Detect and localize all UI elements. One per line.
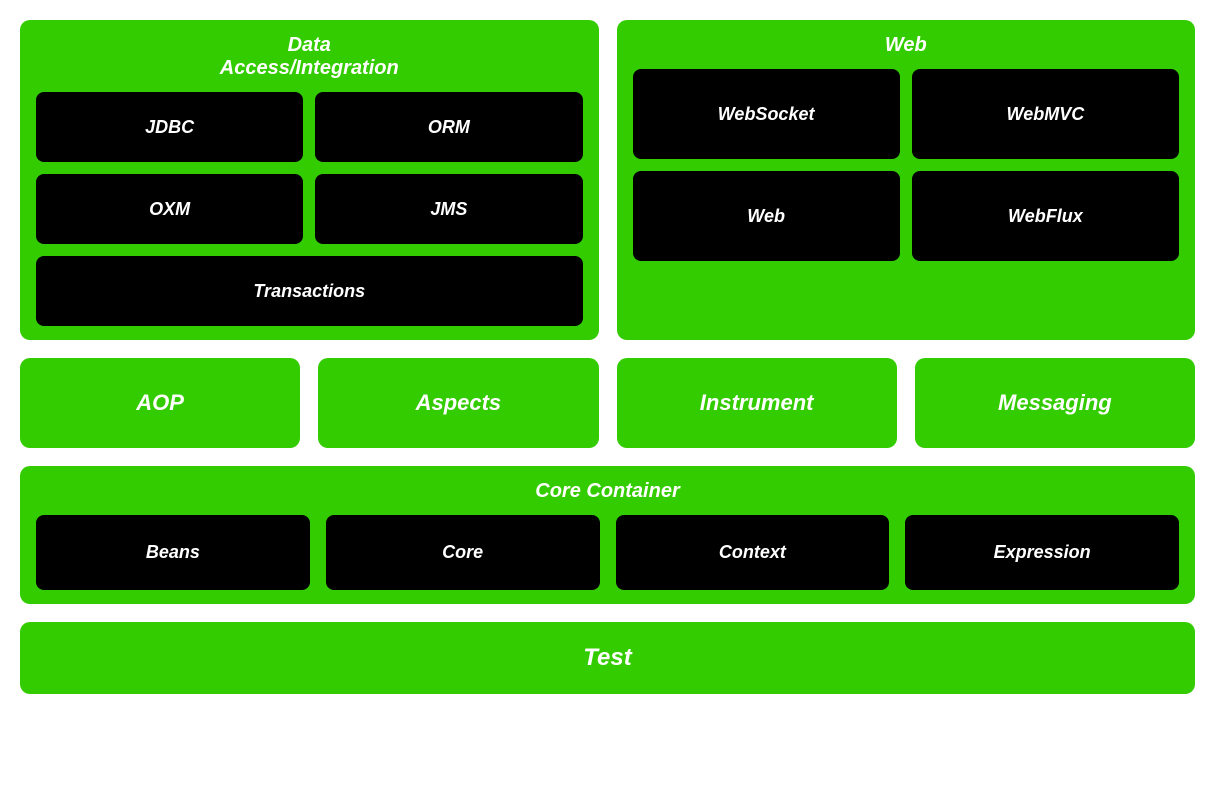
- test-title: Test: [42, 644, 1173, 672]
- webmvc-tile: WebMVC: [912, 69, 1179, 159]
- webflux-tile: WebFlux: [912, 171, 1179, 261]
- expression-tile: Expression: [905, 515, 1179, 590]
- websocket-tile: WebSocket: [633, 69, 900, 159]
- aop-box: AOP: [20, 358, 300, 448]
- oxm-tile: OXM: [36, 174, 303, 244]
- core-container-grid: Beans Core Context Expression: [36, 515, 1179, 590]
- test-section: Test: [20, 622, 1195, 694]
- aspects-box: Aspects: [318, 358, 598, 448]
- standalone-row: AOP Aspects Instrument Messaging: [20, 358, 1195, 448]
- jms-tile: JMS: [315, 174, 582, 244]
- web-section: Web WebSocket WebMVC Web WebFlux: [617, 20, 1196, 340]
- core-container-title: Core Container: [36, 480, 1179, 503]
- core-tile: Core: [326, 515, 600, 590]
- messaging-label: Messaging: [998, 390, 1112, 416]
- context-tile: Context: [616, 515, 890, 590]
- transactions-tile: Transactions: [36, 256, 583, 326]
- orm-tile: ORM: [315, 92, 582, 162]
- data-access-section: Data Access/Integration JDBC ORM OXM JMS…: [20, 20, 599, 340]
- web-grid: WebSocket WebMVC Web WebFlux: [633, 69, 1180, 261]
- core-container-section: Core Container Beans Core Context Expres…: [20, 466, 1195, 604]
- jdbc-tile: JDBC: [36, 92, 303, 162]
- web-title: Web: [633, 34, 1180, 57]
- instrument-box: Instrument: [617, 358, 897, 448]
- beans-tile: Beans: [36, 515, 310, 590]
- aspects-label: Aspects: [416, 390, 502, 416]
- data-access-grid: JDBC ORM OXM JMS Transactions: [36, 92, 583, 326]
- instrument-label: Instrument: [700, 390, 814, 416]
- aop-label: AOP: [136, 390, 184, 416]
- web-tile: Web: [633, 171, 900, 261]
- messaging-box: Messaging: [915, 358, 1195, 448]
- data-access-title: Data Access/Integration: [36, 34, 583, 80]
